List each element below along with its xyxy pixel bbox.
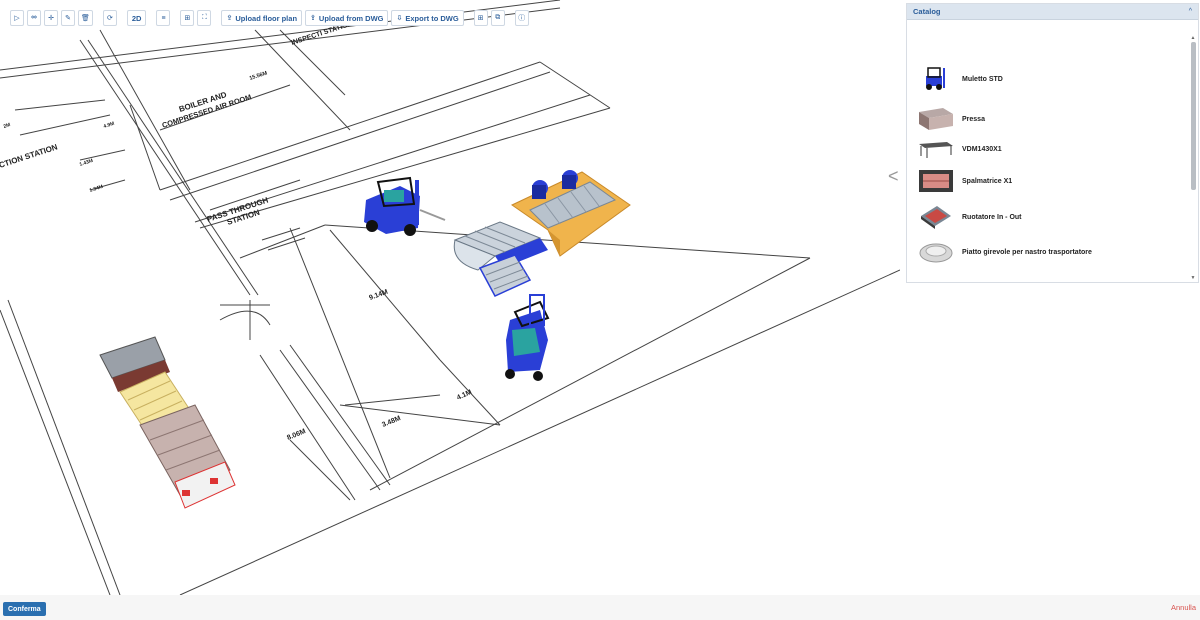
delete-trash-icon[interactable]: 🗑 [78, 10, 93, 26]
select-pointer-icon[interactable]: ▷ [10, 10, 24, 26]
catalog-item-label: Muletto STD [962, 75, 1003, 83]
floor-plan-canvas[interactable]: INSPECTI STATION BOILER AND COMPRESSED A… [0, 0, 900, 595]
upload-icon: ⇪ [310, 15, 316, 22]
rotator-icon [917, 204, 955, 230]
catalog-item-label: Spalmatrice X1 [962, 177, 1013, 185]
catalog-item-piatto-girevole[interactable]: Piatto girevole per nastro trasportatore [917, 238, 1188, 266]
view-mode-2d-button[interactable]: 2D [126, 10, 147, 26]
catalog-item-pressa[interactable]: Pressa [917, 105, 1188, 133]
press-line-model[interactable] [99, 336, 236, 509]
catalog-item-spalmatrice-x1[interactable]: Spalmatrice X1 [917, 167, 1188, 195]
catalog-item-label: Pressa [962, 115, 985, 123]
fullscreen-icon[interactable]: ⛶ [197, 10, 212, 26]
catalog-list: Muletto STD Pressa VDM1430X1 Spalmatrice… [907, 21, 1188, 278]
conveyor-system-model[interactable] [453, 170, 631, 297]
scroll-down-icon[interactable]: ▼ [1190, 275, 1196, 281]
catalog-toggle-arrow-icon[interactable]: < [888, 166, 899, 187]
catalog-item-label: Ruotatore In - Out [962, 213, 1022, 221]
confirm-button[interactable]: Conferma [3, 602, 46, 616]
upload-dwg-label: Upload from DWG [318, 13, 384, 23]
collapse-chevron-icon[interactable]: ^ [1189, 8, 1192, 15]
floor-plan-walls [0, 0, 900, 595]
upload-floor-plan-button[interactable]: ⇪ Upload floor plan [221, 10, 303, 26]
upload-dwg-button[interactable]: ⇪ Upload from DWG [305, 10, 389, 26]
export-dwg-button[interactable]: ⇩ Export to DWG [391, 10, 464, 26]
boiler-dimension-label: 15.56M [249, 70, 269, 82]
catalog-item-muletto-std[interactable]: Muletto STD [917, 65, 1188, 93]
dimension-9-14-label: 9.14M [368, 289, 389, 302]
press-machine-icon [917, 106, 955, 132]
move-icon[interactable]: ✛ [44, 10, 58, 26]
layers-icon[interactable]: ≡ [156, 10, 171, 26]
catalog-item-label: VDM1430X1 [962, 145, 1002, 153]
catalog-scrollbar[interactable]: ▲ ▼ [1190, 35, 1196, 281]
catalog-panel: Catalog ^ Muletto STD Pressa VDM1430X1 S… [906, 3, 1199, 283]
edit-pencil-icon[interactable]: ✎ [61, 10, 75, 26]
section-station-label: CTION STATION [0, 142, 59, 169]
catalog-title: Catalog [913, 7, 941, 16]
scroll-up-icon[interactable]: ▲ [1190, 35, 1196, 41]
catalog-scroll-thumb[interactable] [1191, 42, 1196, 190]
upload-floor-plan-label: Upload floor plan [235, 13, 298, 23]
dimension-3-48-label: 3.48M [381, 415, 402, 429]
turntable-icon [917, 239, 955, 265]
rotate-icon[interactable]: ⟳ [102, 10, 117, 26]
forklift-icon [917, 66, 955, 92]
dimension-1-34-label: 1.34M [89, 184, 104, 194]
forklift-model-2[interactable] [505, 294, 550, 381]
dimension-8-06-label: 8.06M [286, 428, 307, 442]
stack-layers-icon[interactable]: ⧉ [490, 10, 505, 26]
export-dwg-label: Export to DWG [405, 13, 459, 23]
grid-icon[interactable]: ⊞ [180, 10, 195, 26]
upload-icon: ⇪ [226, 15, 233, 22]
pan-icon[interactable]: ⤄ [27, 10, 41, 26]
catalog-item-ruotatore-in-out[interactable]: Ruotatore In - Out [917, 203, 1188, 231]
cancel-button[interactable]: Annulla [1171, 603, 1196, 612]
info-icon[interactable]: ⓘ [514, 10, 529, 26]
dimension-4-9-label: 4.9M [103, 121, 115, 130]
floor-plan-viewport[interactable]: INSPECTI STATION BOILER AND COMPRESSED A… [0, 0, 900, 595]
footer-bar: Conferma Annulla [0, 595, 1200, 620]
download-icon: ⇩ [396, 15, 403, 22]
catalog-header[interactable]: Catalog ^ [907, 4, 1198, 20]
catalog-item-label: Piatto girevole per nastro trasportatore [962, 248, 1092, 256]
editor-toolbar: ▷ ⤄ ✛ ✎ 🗑 ⟳ 2D ≡ ⊞ ⛶ ⇪ Upload floor plan… [10, 9, 532, 27]
floor-plan-labels: INSPECTI STATION BOILER AND COMPRESSED A… [0, 20, 473, 441]
catalog-item-vdm1430x1[interactable]: VDM1430X1 [917, 135, 1188, 163]
dimension-4-1-label: 4.1M [456, 389, 473, 402]
dimension-2m-label: 2M [3, 122, 11, 130]
spreader-machine-icon [917, 168, 955, 194]
table-machine-icon [917, 136, 955, 162]
expand-icon[interactable]: ⊞ [473, 10, 488, 26]
forklift-model-1[interactable] [364, 176, 446, 236]
